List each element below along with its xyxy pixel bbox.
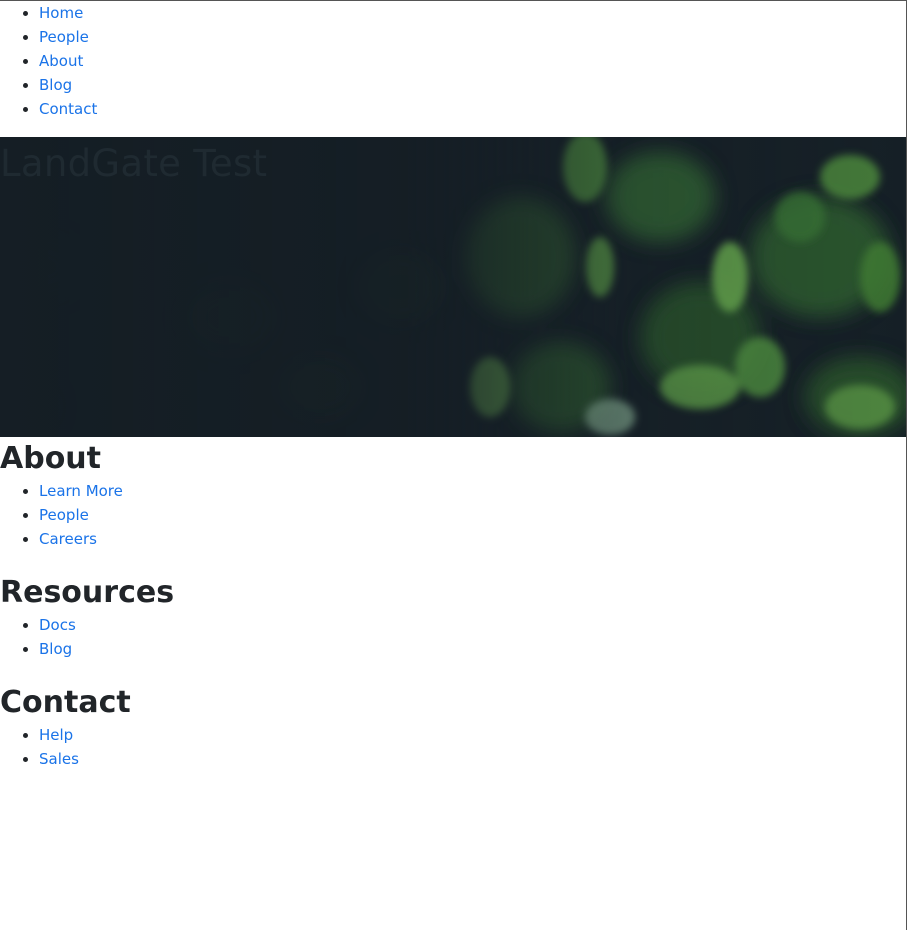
list-item: Sales — [39, 747, 906, 771]
link-sales[interactable]: Sales — [39, 750, 79, 768]
nav-link-about[interactable]: About — [39, 52, 83, 70]
nav-link-contact[interactable]: Contact — [39, 100, 97, 118]
section-heading-resources: Resources — [0, 575, 175, 610]
hero-title: LandGate Test — [0, 142, 268, 185]
nav-link-blog[interactable]: Blog — [39, 76, 72, 94]
footer-section-contact: Contact Help Sales — [0, 683, 906, 771]
section-heading-contact: Contact — [0, 685, 131, 720]
link-blog[interactable]: Blog — [39, 640, 72, 658]
footer-section-resources: Resources Docs Blog — [0, 573, 906, 661]
link-careers[interactable]: Careers — [39, 530, 97, 548]
list-item: Docs — [39, 613, 906, 637]
footer-section-about: About Learn More People Careers — [0, 439, 906, 551]
nav-link-people[interactable]: People — [39, 28, 89, 46]
contact-links: Help Sales — [0, 723, 906, 771]
link-help[interactable]: Help — [39, 726, 73, 744]
nav-item-about: About — [39, 49, 906, 73]
section-heading-about: About — [0, 441, 102, 476]
nav-item-blog: Blog — [39, 73, 906, 97]
link-learn-more[interactable]: Learn More — [39, 482, 123, 500]
about-links: Learn More People Careers — [0, 479, 906, 551]
hero-banner: LandGate Test — [0, 137, 906, 437]
list-item: People — [39, 503, 906, 527]
link-docs[interactable]: Docs — [39, 616, 76, 634]
top-navigation: Home People About Blog Contact — [0, 1, 906, 137]
link-people[interactable]: People — [39, 506, 89, 524]
nav-link-home[interactable]: Home — [39, 4, 83, 22]
nav-item-contact: Contact — [39, 97, 906, 121]
resources-links: Docs Blog — [0, 613, 906, 661]
nav-item-home: Home — [39, 1, 906, 25]
nav-list: Home People About Blog Contact — [0, 1, 906, 121]
list-item: Learn More — [39, 479, 906, 503]
list-item: Help — [39, 723, 906, 747]
list-item: Careers — [39, 527, 906, 551]
nav-item-people: People — [39, 25, 906, 49]
list-item: Blog — [39, 637, 906, 661]
